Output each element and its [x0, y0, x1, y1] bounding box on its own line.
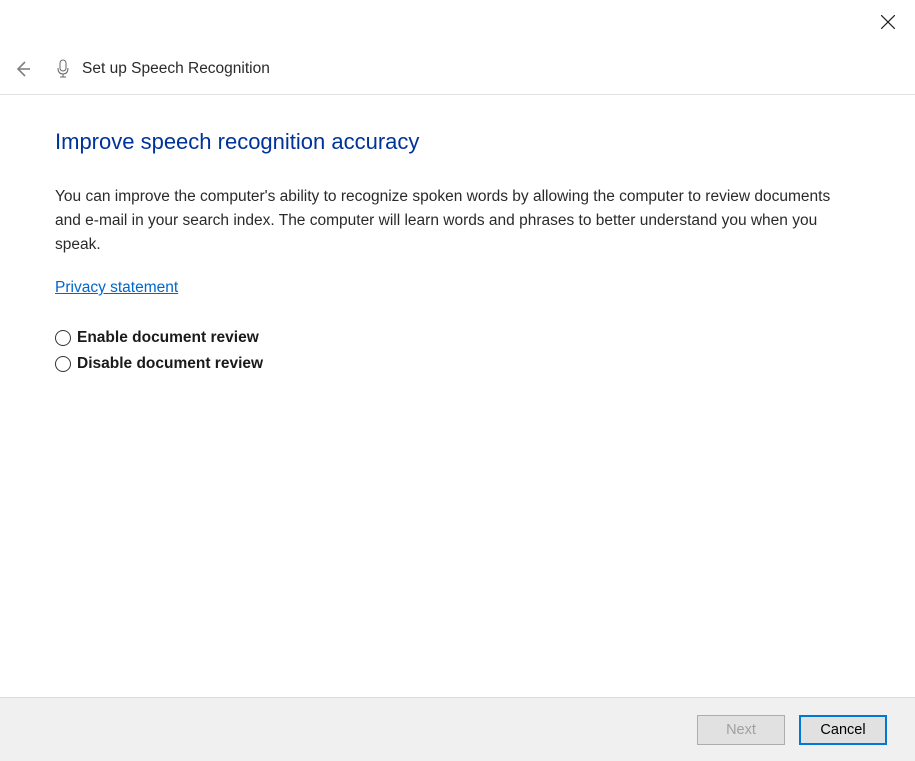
title-bar [0, 0, 915, 43]
page-heading: Improve speech recognition accuracy [55, 129, 860, 155]
privacy-statement-link[interactable]: Privacy statement [55, 279, 178, 297]
page-description: You can improve the computer's ability t… [55, 185, 860, 257]
enable-document-review-radio[interactable]: Enable document review [55, 329, 860, 347]
radio-icon [55, 330, 71, 346]
back-arrow-icon [13, 59, 33, 79]
wizard-footer: Next Cancel [0, 697, 915, 761]
wizard-header: Set up Speech Recognition [0, 43, 915, 95]
close-button[interactable] [876, 10, 900, 34]
document-review-radio-group: Enable document review Disable document … [55, 329, 860, 373]
disable-document-review-radio[interactable]: Disable document review [55, 355, 860, 373]
radio-label: Disable document review [77, 355, 263, 373]
cancel-button[interactable]: Cancel [799, 715, 887, 745]
radio-label: Enable document review [77, 329, 259, 347]
close-icon [881, 15, 895, 29]
back-button[interactable] [10, 56, 36, 82]
microphone-icon [54, 59, 72, 79]
content-area: Improve speech recognition accuracy You … [0, 95, 915, 373]
wizard-title: Set up Speech Recognition [82, 60, 270, 78]
radio-icon [55, 356, 71, 372]
next-button[interactable]: Next [697, 715, 785, 745]
